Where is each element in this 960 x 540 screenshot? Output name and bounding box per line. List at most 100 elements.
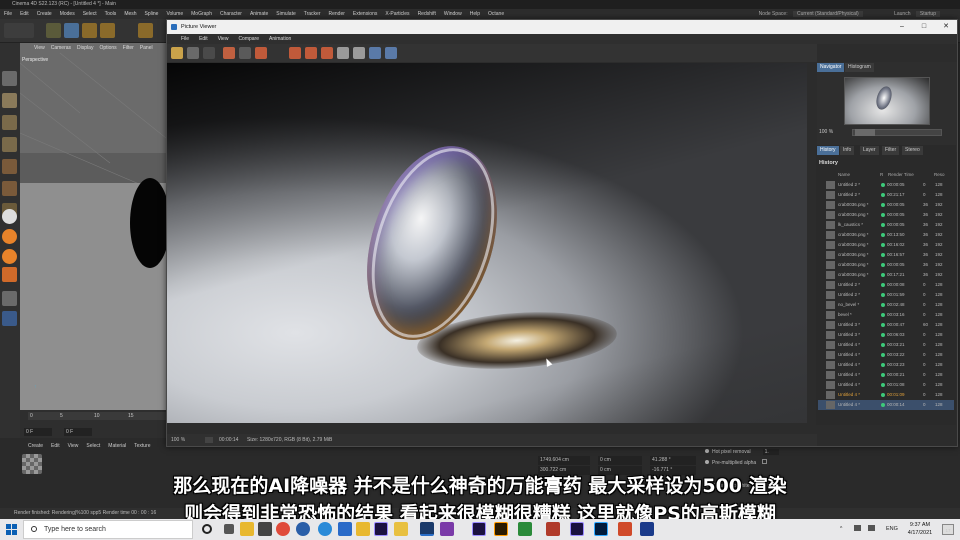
app2-icon[interactable] [640, 522, 654, 536]
viewport-menu-filter[interactable]: Filter [123, 45, 134, 54]
tab-filter[interactable]: Filter [882, 146, 900, 155]
navigator-zoom-slider-knob[interactable] [855, 129, 875, 136]
layout-value[interactable]: Startup [915, 11, 940, 17]
menu-edit[interactable]: Edit [20, 11, 29, 17]
viewport-menu-options[interactable]: Options [99, 45, 116, 54]
windows-start-icon[interactable] [6, 524, 17, 535]
folder-icon[interactable] [394, 522, 408, 536]
open-folder-icon[interactable] [171, 47, 183, 59]
pv-menu-compare[interactable]: Compare [238, 36, 259, 42]
checker-icon[interactable] [2, 93, 17, 108]
history-row[interactable]: Untitled 4 * 00:01:08 0 128 [818, 380, 954, 390]
history-row[interactable]: crab0036.png * 00:00:05 36 192 [818, 260, 954, 270]
app-icon[interactable] [546, 522, 560, 536]
edges-icon[interactable] [2, 159, 17, 174]
compare-c-icon[interactable] [321, 47, 333, 59]
frame-field-current[interactable]: 0 F [64, 428, 92, 436]
compare-b-icon[interactable] [305, 47, 317, 59]
language-indicator[interactable]: ENG [886, 526, 898, 532]
material-menu-select[interactable]: Select [86, 443, 100, 449]
points-icon[interactable] [2, 137, 17, 152]
menu-animate[interactable]: Animate [250, 11, 268, 17]
premultiplied-option[interactable]: Pre-multiplied alpha [705, 458, 779, 469]
timeline-ruler[interactable]: 0 5 10 15 [28, 412, 166, 420]
menu-tracker[interactable]: Tracker [304, 11, 321, 17]
compare-a-icon[interactable] [289, 47, 301, 59]
timeline[interactable]: 0 5 10 15 0 F 0 F [20, 410, 166, 438]
polygons-icon[interactable] [2, 181, 17, 196]
history-row[interactable]: lk_caustics * 00:00:05 36 192 [818, 220, 954, 230]
tab-histogram[interactable]: Histogram [845, 63, 874, 72]
volume-icon[interactable] [868, 525, 875, 531]
menu-tools[interactable]: Tools [105, 11, 117, 17]
split-vertical-icon[interactable] [385, 47, 397, 59]
pos-x-field[interactable]: 1749.604 cm [538, 456, 590, 465]
menu-extensions[interactable]: Extensions [353, 11, 377, 17]
history-row[interactable]: Untitled 2 * 00:01:59 0 128 [818, 290, 954, 300]
menu-octane[interactable]: Octane [488, 11, 504, 17]
viewport-menu-display[interactable]: Display [77, 45, 93, 54]
after-effects-icon[interactable] [374, 522, 388, 536]
pv-menu-file[interactable]: File [181, 36, 189, 42]
history-row[interactable]: Untitled 2 * 00:00:08 0 128 [818, 280, 954, 290]
after-effects-2-icon[interactable] [472, 522, 486, 536]
edge-icon[interactable] [318, 522, 332, 536]
menu-volume[interactable]: Volume [166, 11, 183, 17]
menu-create[interactable]: Create [37, 11, 52, 17]
save-icon[interactable] [187, 47, 199, 59]
tab-navigator[interactable]: Navigator [817, 63, 845, 72]
menu-mograph[interactable]: MoGraph [191, 11, 212, 17]
rot-h-field[interactable]: 41.288 ° [650, 456, 696, 465]
s-plugin-icon[interactable] [2, 229, 17, 244]
col-r[interactable]: R [880, 171, 883, 179]
tab-history[interactable]: History [817, 146, 839, 155]
taskbar-search-box[interactable]: Type here to search [23, 520, 193, 539]
taskbar-clock[interactable]: 9:37 AM 4/17/2021 [900, 521, 940, 537]
viewport-menu-panel[interactable]: Panel [140, 45, 153, 54]
col-name[interactable]: Name [838, 171, 850, 179]
onenote-icon[interactable] [440, 522, 454, 536]
split-view-icon[interactable] [353, 47, 365, 59]
history-row[interactable]: Untitled 4 * 00:00:21 0 128 [818, 370, 954, 380]
history-row[interactable]: no_bevel * 00:02:48 0 128 [818, 300, 954, 310]
hot-pixel-value[interactable]: 1. [762, 449, 779, 455]
rendered-image[interactable] [167, 63, 807, 423]
history-row[interactable]: Untitled 4 * 00:00:14 0 128 [818, 400, 954, 410]
material-menu-create[interactable]: Create [28, 443, 43, 449]
tab-layer[interactable]: Layer [860, 146, 879, 155]
render-icon[interactable] [2, 267, 17, 282]
viewport-menu-cameras[interactable]: Cameras [51, 45, 71, 54]
history-row[interactable]: crab0036.png * 00:00:05 36 192 [818, 210, 954, 220]
photos-icon[interactable] [338, 522, 352, 536]
explorer-icon[interactable] [356, 522, 370, 536]
frame-field-start[interactable]: 0 F [24, 428, 52, 436]
minimize-icon[interactable]: – [891, 20, 913, 34]
menu-window[interactable]: Window [444, 11, 462, 17]
history-row[interactable]: crab0036.png * 00:16:57 36 192 [818, 250, 954, 260]
menu-x-particles[interactable]: X-Particles [385, 11, 409, 17]
history-row[interactable]: crab0036.png * 00:00:05 36 192 [818, 200, 954, 210]
s-plugin-icon[interactable] [2, 209, 17, 224]
col-resolution[interactable]: Reso [934, 171, 945, 179]
history-row[interactable]: crab0036.png * 00:17:21 36 192 [818, 270, 954, 280]
history-row[interactable]: Untitled 4 * 00:01:09 0 128 [818, 390, 954, 400]
cinema4d-icon[interactable] [296, 522, 310, 536]
render-region-icon[interactable] [255, 47, 267, 59]
menu-simulate[interactable]: Simulate [276, 11, 295, 17]
zoom-dropdown-icon[interactable] [205, 437, 213, 443]
file-explorer-icon[interactable] [240, 522, 254, 536]
layer-icon[interactable] [2, 291, 17, 306]
scale-tool-icon[interactable] [82, 23, 97, 38]
premultiplied-checkbox[interactable] [762, 459, 768, 464]
stack-icon[interactable] [2, 311, 17, 326]
network-icon[interactable] [854, 525, 861, 531]
photoshop-icon[interactable] [594, 522, 608, 536]
picture-viewer-titlebar[interactable]: Picture Viewer [167, 20, 957, 34]
menu-character[interactable]: Character [220, 11, 242, 17]
menu-spline[interactable]: Spline [145, 11, 159, 17]
zoom-level[interactable]: 100 % [171, 434, 185, 446]
history-row[interactable]: crab0036.png * 00:13:50 36 192 [818, 230, 954, 240]
store-icon[interactable] [258, 522, 272, 536]
history-row[interactable]: Untitled 4 * 00:03:21 0 128 [818, 340, 954, 350]
task-view-icon[interactable] [224, 524, 234, 534]
